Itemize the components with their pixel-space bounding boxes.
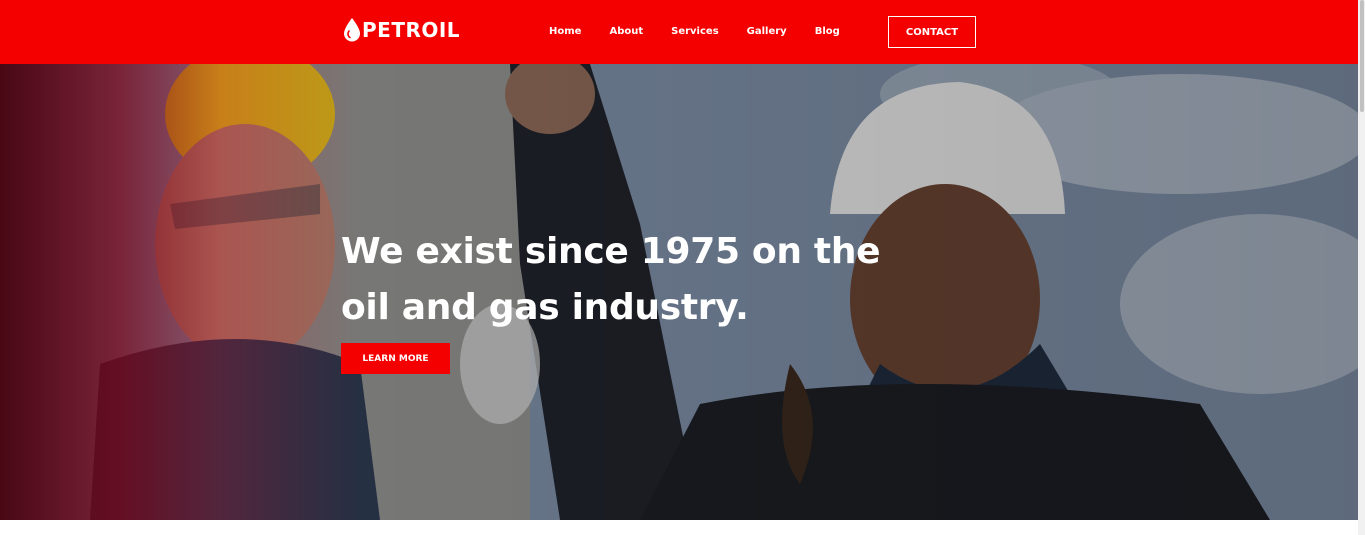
nav-item-blog[interactable]: Blog [815, 24, 840, 40]
brand-name: PETROIL [362, 18, 461, 42]
hero-title-line-2: oil and gas industry. [341, 287, 749, 328]
page: PETROIL Home About Services Gallery Blog… [0, 0, 1365, 535]
learn-more-button[interactable]: LEARN MORE [341, 343, 450, 374]
nav-item-services[interactable]: Services [671, 24, 719, 40]
nav-item-about[interactable]: About [609, 24, 643, 40]
nav-item-gallery[interactable]: Gallery [747, 24, 787, 40]
hero-section: We exist since 1975 on the oil and gas i… [0, 64, 1358, 520]
hero-title: We exist since 1975 on the oil and gas i… [341, 224, 901, 336]
site-header: PETROIL Home About Services Gallery Blog… [0, 0, 1358, 64]
oil-drop-icon [344, 18, 360, 42]
contact-button[interactable]: CONTACT [888, 16, 976, 48]
main-nav: Home About Services Gallery Blog [549, 24, 868, 40]
hero-title-line-1: We exist since 1975 on the [341, 231, 881, 272]
nav-item-home[interactable]: Home [549, 24, 581, 40]
logo[interactable]: PETROIL [341, 17, 460, 43]
page-scrollbar[interactable] [1358, 0, 1365, 535]
scrollbar-thumb[interactable] [1360, 0, 1364, 112]
